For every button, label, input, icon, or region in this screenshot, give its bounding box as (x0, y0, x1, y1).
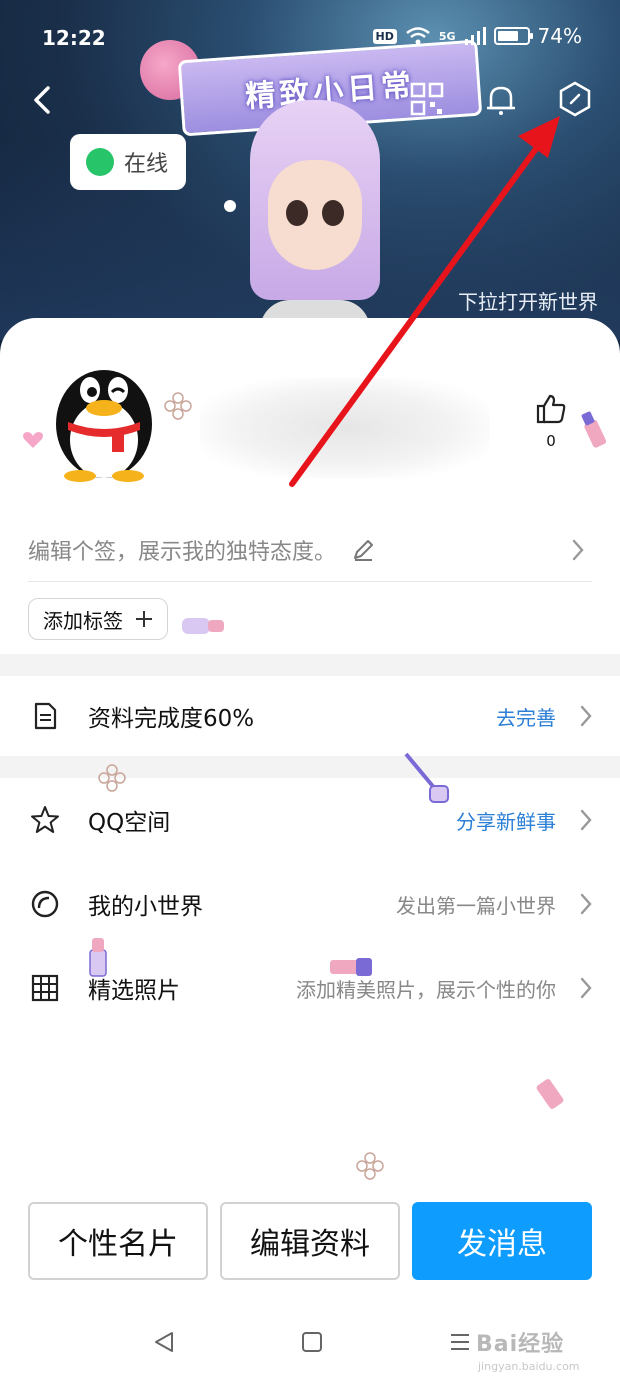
wifi-icon (406, 27, 430, 45)
pull-hint-text: 下拉打开新世界 (458, 290, 598, 314)
bubble-tail (224, 200, 236, 212)
add-tag-label: 添加标签 (43, 608, 123, 633)
section-divider (0, 654, 620, 676)
brush-sticker-icon (404, 752, 449, 803)
lipstick-sticker-icon (89, 938, 107, 977)
avatar-eye-left (286, 200, 308, 226)
avatar-face (268, 160, 362, 270)
qr-code-icon[interactable] (408, 80, 446, 118)
signature-placeholder: 编辑个签，展示我的独特态度。 (28, 539, 337, 565)
profile-card: 0 编辑个签，展示我的独特态度。 添加标签 资料完成度60% 去完善 QQ空间 … (0, 318, 620, 1386)
chevron-right-icon (580, 893, 592, 915)
battery-percent: 74% (537, 24, 582, 48)
settings-hexagon-icon[interactable] (556, 80, 594, 118)
profile-header: 0 (0, 328, 620, 498)
hd-badge: HD (372, 28, 397, 44)
small-world-label: 我的小世界 (88, 894, 203, 920)
nav-menu-icon[interactable] (448, 1330, 472, 1354)
completion-label: 资料完成度60% (88, 706, 255, 732)
heart-sticker-icon (23, 432, 43, 448)
star-icon (31, 806, 59, 833)
status-bar: 12:22 HD 5G 74% (0, 0, 620, 76)
flower-sticker-icon (356, 1152, 384, 1180)
like-count: 0 (546, 432, 556, 450)
chevron-right-icon (580, 705, 592, 727)
send-message-button[interactable]: 发消息 (412, 1202, 592, 1280)
flower-sticker-icon (164, 392, 192, 420)
profile-card-label: 个性名片 (58, 1227, 178, 1262)
like-button[interactable]: 0 (528, 392, 574, 450)
complete-profile-link[interactable]: 去完善 (496, 702, 556, 731)
chevron-right-icon (572, 539, 584, 561)
small-world-action[interactable]: 发出第一篇小世界 (396, 890, 556, 919)
pull-hint: 下拉打开新世界 (458, 286, 598, 315)
status-icons: HD 5G 74% (372, 24, 582, 48)
qzone-label: QQ空间 (88, 810, 171, 836)
online-status-text: 在线 (124, 152, 169, 177)
avatar-eye-right (322, 200, 344, 226)
chevron-right-icon (580, 809, 592, 831)
signal-icon (464, 27, 486, 45)
watermark-logo: Bai经验 (476, 1332, 565, 1357)
status-time: 12:22 (42, 26, 106, 50)
lipstick-sticker-icon (182, 618, 224, 634)
avatar-3d-character[interactable] (250, 100, 380, 340)
pencil-icon (354, 539, 374, 561)
plus-icon (136, 611, 152, 627)
online-dot-icon (86, 148, 114, 176)
lipstick-sticker-icon (536, 1079, 564, 1109)
chevron-right-icon (580, 977, 592, 999)
lipstick-sticker-icon (581, 411, 607, 448)
battery-icon (493, 27, 533, 45)
small-world-icon (31, 890, 59, 918)
battery-fill (497, 31, 519, 41)
profile-card-button[interactable]: 个性名片 (28, 1202, 208, 1280)
network-label: 5G (438, 29, 456, 43)
small-world-row[interactable]: 我的小世界 发出第一篇小世界 (0, 864, 620, 944)
lipstick-sticker-icon (330, 958, 372, 976)
top-nav (0, 76, 620, 126)
bell-icon[interactable] (482, 80, 520, 118)
edit-profile-label: 编辑资料 (250, 1227, 370, 1262)
add-tag-button[interactable]: 添加标签 (28, 598, 168, 640)
signature-row[interactable]: 编辑个签，展示我的独特态度。 (28, 518, 592, 582)
edit-profile-button[interactable]: 编辑资料 (220, 1202, 400, 1280)
thumbs-up-icon (536, 394, 566, 424)
document-icon (34, 702, 57, 730)
qq-penguin-avatar[interactable] (48, 350, 160, 482)
nav-back-triangle-icon[interactable] (152, 1330, 176, 1354)
qzone-action[interactable]: 分享新鲜事 (456, 806, 556, 835)
online-status-bubble[interactable]: 在线 (70, 134, 187, 190)
profile-completion-row[interactable]: 资料完成度60% 去完善 (0, 676, 620, 756)
back-arrow-icon[interactable] (24, 80, 64, 120)
send-message-label: 发消息 (457, 1227, 547, 1262)
nickname-blurred (200, 378, 490, 478)
watermark-url: jingyan.baidu.com (478, 1360, 580, 1373)
nav-home-square-icon[interactable] (300, 1330, 324, 1354)
flower-sticker-icon (98, 764, 126, 792)
grid-icon (31, 974, 59, 1002)
